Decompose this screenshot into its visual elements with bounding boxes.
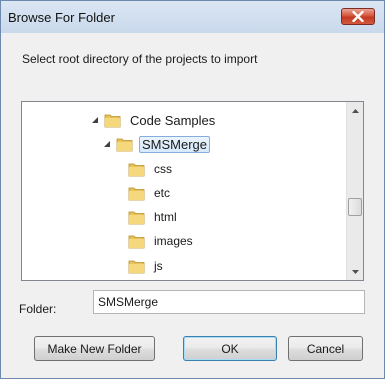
tree-item-label: SMSMerge — [139, 135, 211, 153]
tree-item-label: html — [154, 210, 177, 224]
folder-icon — [116, 137, 133, 152]
tree-item-label: Code Samples — [130, 112, 216, 128]
folder-icon — [128, 210, 145, 225]
close-icon — [352, 11, 364, 22]
make-new-folder-button[interactable]: Make New Folder — [34, 336, 155, 361]
ok-button[interactable]: OK — [183, 336, 277, 361]
tree-item-label: js — [154, 259, 163, 273]
cancel-button[interactable]: Cancel — [288, 336, 363, 361]
scroll-down-arrow-icon[interactable] — [347, 263, 363, 280]
tree-item-label: images — [154, 234, 193, 248]
scroll-up-arrow-icon[interactable] — [347, 102, 363, 119]
folder-icon — [128, 162, 145, 177]
tree-item[interactable]: css — [128, 158, 175, 180]
browse-for-folder-dialog: Browse For Folder Select root directory … — [0, 0, 385, 379]
tree-item-label: css — [154, 162, 172, 176]
window-title: Browse For Folder — [8, 10, 115, 25]
tree-item-label: etc — [154, 186, 171, 200]
collapse-triangle-icon[interactable] — [102, 139, 112, 149]
title-bar[interactable]: Browse For Folder — [1, 1, 384, 33]
collapse-triangle-icon[interactable] — [90, 115, 100, 125]
scrollbar-thumb[interactable] — [348, 198, 362, 216]
tree-item[interactable]: Code Samples — [90, 109, 218, 131]
folder-tree[interactable]: Code Samples SMSMerge css etc html image… — [21, 101, 364, 281]
instruction-text: Select root directory of the projects to… — [22, 52, 258, 66]
tree-item[interactable]: js — [128, 255, 166, 277]
tree-item-selected[interactable]: SMSMerge — [102, 133, 211, 155]
folder-field-label: Folder: — [19, 302, 57, 316]
folder-icon — [128, 234, 145, 249]
folder-icon — [128, 259, 145, 274]
folder-field[interactable] — [93, 290, 365, 314]
folder-icon — [128, 186, 145, 201]
folder-icon — [104, 113, 121, 128]
tree-item[interactable]: images — [128, 230, 196, 252]
vertical-scrollbar[interactable] — [346, 102, 363, 280]
tree-item[interactable]: etc — [128, 182, 173, 204]
tree-item[interactable]: html — [128, 206, 180, 228]
close-button[interactable] — [341, 8, 375, 25]
